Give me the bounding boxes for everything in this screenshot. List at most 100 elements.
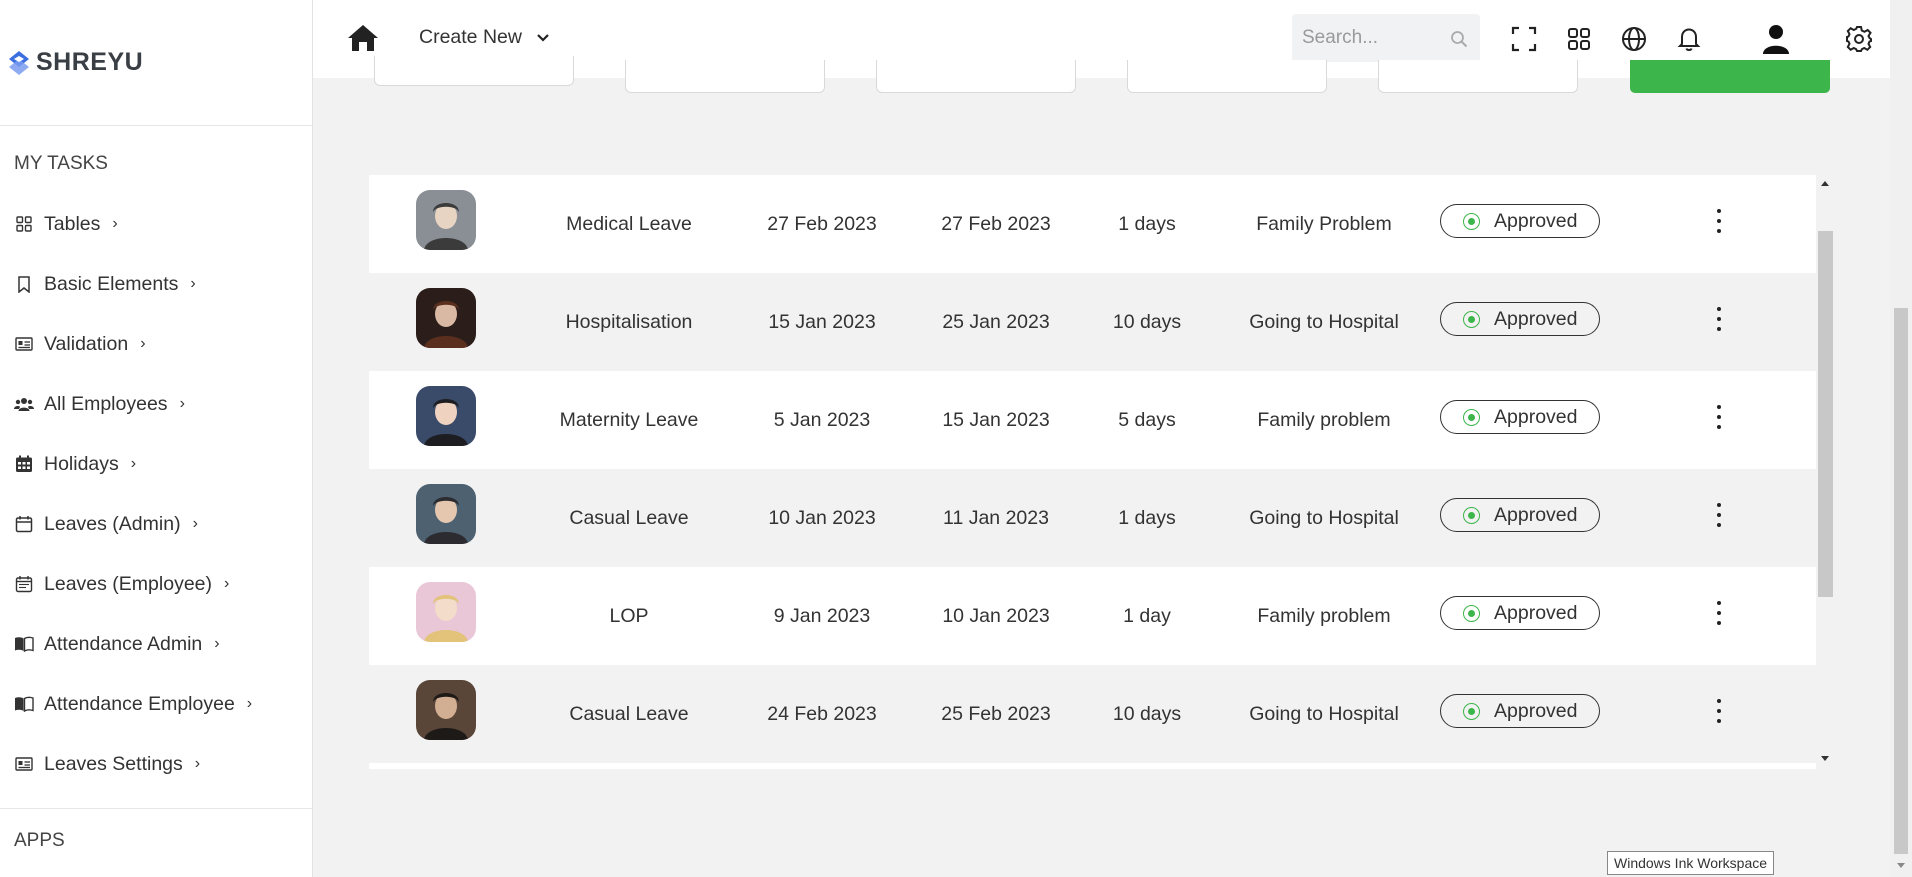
sidebar-item-attendance-employee[interactable]: Attendance Employee › [0, 674, 312, 734]
create-new-dropdown[interactable]: Create New [419, 26, 550, 49]
chevron-right-icon: › [130, 455, 137, 472]
create-new-label: Create New [419, 26, 522, 48]
scroll-up-arrow-icon[interactable] [1820, 179, 1830, 187]
status-badge[interactable]: Approved [1440, 400, 1600, 434]
cell-reason: Family Problem [1256, 213, 1392, 235]
table-scrollbar-thumb[interactable] [1818, 231, 1833, 597]
chevron-down-icon [537, 33, 549, 42]
user-avatar-icon[interactable] [1761, 24, 1791, 54]
sidebar-item-all-employees[interactable]: All Employees › [0, 374, 312, 434]
status-label: Approved [1494, 307, 1578, 330]
calendar-grid-icon [14, 454, 34, 474]
settings-gear-icon[interactable] [1844, 24, 1874, 54]
status-dot-icon [1463, 702, 1480, 720]
status-badge[interactable]: Approved [1440, 498, 1600, 532]
fullscreen-icon[interactable] [1509, 24, 1539, 54]
search-box [1292, 14, 1480, 62]
more-actions-icon[interactable] [1709, 307, 1729, 331]
filter-input[interactable] [374, 56, 574, 86]
chevron-right-icon: › [194, 755, 201, 772]
status-badge[interactable]: Approved [1440, 596, 1600, 630]
sidebar-item-label: Leaves (Admin) [44, 512, 181, 535]
page-scrollbar[interactable] [1890, 0, 1912, 877]
chevron-right-icon: › [246, 695, 253, 712]
avatar [416, 288, 476, 348]
scroll-down-arrow-icon[interactable] [1820, 755, 1830, 763]
cell-reason: Going to Hospital [1249, 507, 1399, 529]
sidebar: SHREYU MY TASKS Tables › Basic Elements … [0, 0, 313, 877]
chevron-right-icon: › [192, 515, 198, 532]
sidebar-item-holidays[interactable]: Holidays › [0, 434, 312, 494]
sidebar-item-label: Basic Elements [44, 272, 179, 295]
avatar [416, 582, 476, 642]
status-badge[interactable]: Approved [1440, 302, 1600, 336]
status-badge[interactable]: Approved [1440, 204, 1600, 238]
table-row: Maternity Leave 5 Jan 2023 15 Jan 2023 5 da… [369, 371, 1816, 469]
table-row: LOP 9 Jan 2023 10 Jan 2023 1 day Family prob… [369, 567, 1816, 665]
sidebar-item-attendance-admin[interactable]: Attendance Admin › [0, 614, 312, 674]
home-icon[interactable] [347, 24, 379, 52]
sidebar-item-leaves-admin[interactable]: Leaves (Admin) › [0, 494, 312, 554]
more-actions-icon[interactable] [1709, 699, 1729, 723]
avatar [416, 190, 476, 250]
cell-reason: Family problem [1257, 605, 1391, 627]
status-dot-icon [1463, 212, 1480, 230]
scroll-down-arrow-icon[interactable] [1896, 862, 1906, 870]
status-dot-icon [1463, 408, 1480, 426]
page-scrollbar-thumb[interactable] [1894, 308, 1908, 854]
section-title-my-tasks: MY TASKS [14, 153, 108, 174]
more-actions-icon[interactable] [1709, 601, 1729, 625]
bell-icon[interactable] [1674, 24, 1704, 54]
avatar [416, 386, 476, 446]
users-icon [14, 394, 34, 414]
sidebar-item-label: Attendance Admin [44, 632, 203, 655]
apps-grid-icon[interactable] [1564, 24, 1594, 54]
grid-icon [14, 214, 34, 234]
search-icon[interactable] [1450, 30, 1468, 48]
cell-reason: Family problem [1257, 409, 1391, 431]
more-actions-icon[interactable] [1709, 209, 1729, 233]
tooltip: Windows Ink Workspace [1607, 851, 1775, 875]
brand-name: SHREYU [36, 48, 144, 76]
sidebar-item-tables[interactable]: Tables › [0, 194, 312, 254]
filter-input[interactable] [876, 60, 1076, 93]
status-label: Approved [1494, 209, 1578, 232]
more-actions-icon[interactable] [1709, 503, 1729, 527]
leaves-table: Medical Leave 27 Feb 2023 27 Feb 2023 1 day… [369, 175, 1816, 769]
book-open-icon [14, 694, 34, 714]
filter-input[interactable] [1378, 60, 1578, 93]
status-label: Approved [1494, 503, 1578, 526]
sidebar-item-validation[interactable]: Validation › [0, 314, 312, 374]
chevron-right-icon: › [179, 395, 185, 412]
sidebar-item-leaves-settings[interactable]: Leaves Settings › [0, 734, 312, 794]
globe-icon[interactable] [1619, 24, 1649, 54]
status-dot-icon [1463, 604, 1480, 622]
search-input[interactable] [1292, 27, 1442, 49]
filter-input[interactable] [625, 60, 825, 93]
sidebar-item-label: Holidays [44, 452, 119, 475]
avatar [416, 680, 476, 740]
table-scrollbar[interactable] [1816, 175, 1834, 769]
brand[interactable]: SHREYU [0, 0, 312, 126]
chevron-right-icon: › [190, 275, 196, 292]
id-card-icon [14, 754, 34, 774]
sidebar-item-leaves-employee[interactable]: Leaves (Employee) › [0, 554, 312, 614]
table-row: Hospitalisation 15 Jan 2023 25 Jan 2023 10 … [369, 273, 1816, 371]
status-badge[interactable]: Approved [1440, 694, 1600, 728]
cell-reason: Going to Hospital [1249, 703, 1399, 725]
more-actions-icon[interactable] [1709, 405, 1729, 429]
avatar [416, 484, 476, 544]
status-label: Approved [1494, 699, 1578, 722]
sidebar-item-label: Attendance Employee [44, 692, 235, 715]
table-row: Casual Leave 24 Feb 2023 25 Feb 2023 10 day… [369, 665, 1816, 763]
sidebar-item-basic-elements[interactable]: Basic Elements › [0, 254, 312, 314]
filter-input[interactable] [1127, 60, 1327, 93]
sidebar-item-label: Leaves Settings [44, 752, 183, 775]
id-card-icon [14, 334, 34, 354]
chevron-right-icon: › [112, 215, 118, 232]
table-row: Casual Leave 10 Jan 2023 11 Jan 2023 1 days… [369, 469, 1816, 567]
table-row [369, 763, 1816, 769]
logo-icon [9, 50, 29, 75]
section-title-apps: APPS [14, 830, 65, 851]
search-submit-button[interactable] [1630, 60, 1830, 93]
